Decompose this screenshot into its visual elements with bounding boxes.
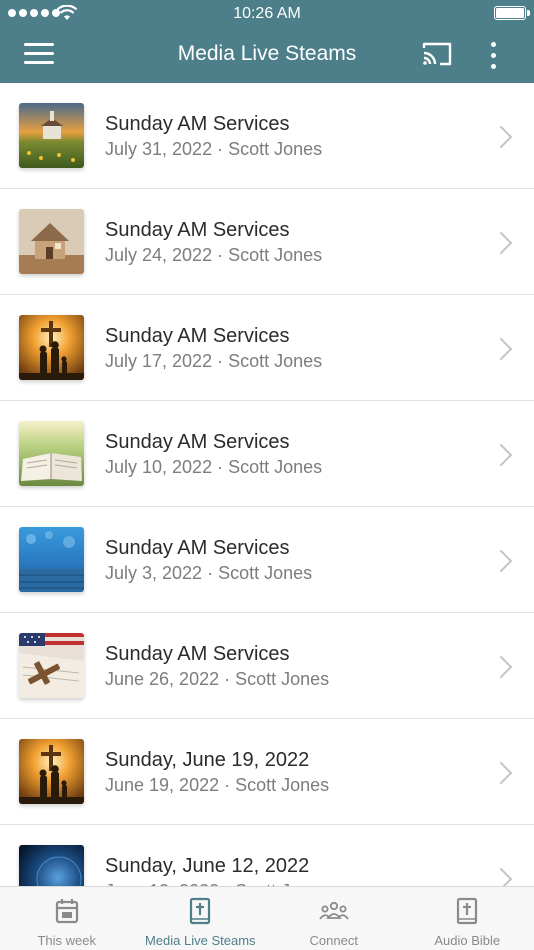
item-subtitle: June 26, 2022 · Scott Jones bbox=[105, 669, 330, 689]
thumbnail-image bbox=[19, 633, 84, 698]
chevron-right-icon bbox=[500, 868, 512, 886]
media-list: Sunday AM Services July 31, 2022 · Scott… bbox=[0, 83, 534, 886]
thumbnail-image bbox=[19, 103, 84, 168]
calendar-icon bbox=[55, 899, 78, 924]
church-meadow-image bbox=[19, 103, 84, 168]
item-subtitle: July 17, 2022 · Scott Jones bbox=[105, 351, 323, 371]
family-cross-sunset-image bbox=[19, 739, 84, 804]
item-subtitle: July 10, 2022 · Scott Jones bbox=[105, 457, 323, 477]
item-subtitle: July 3, 2022 · Scott Jones bbox=[105, 563, 313, 583]
chevron-right-icon bbox=[500, 656, 512, 678]
item-subtitle: July 24, 2022 · Scott Jones bbox=[105, 245, 323, 265]
list-item[interactable]: Sunday AM Services June 26, 2022 · Scott… bbox=[0, 613, 534, 719]
chevron-right-icon bbox=[500, 338, 512, 360]
blue-globe-image bbox=[19, 845, 84, 886]
bible-icon bbox=[457, 897, 478, 925]
item-title: Sunday, June 12, 2022 bbox=[105, 855, 310, 877]
item-title: Sunday AM Services bbox=[105, 431, 290, 453]
list-item[interactable]: Sunday, June 12, 2022 June 12, 2022 · Sc… bbox=[0, 825, 534, 886]
tab-label: Connect bbox=[309, 933, 358, 948]
list-item[interactable]: Sunday AM Services July 24, 2022 · Scott… bbox=[0, 189, 534, 295]
chevron-right-icon bbox=[500, 550, 512, 572]
flag-cross-bible-image bbox=[19, 633, 84, 698]
nav-bar: Media Live Steams bbox=[0, 26, 534, 83]
item-title: Sunday AM Services bbox=[105, 537, 290, 559]
item-title: Sunday AM Services bbox=[105, 219, 290, 241]
cast-icon[interactable] bbox=[420, 40, 454, 68]
item-subtitle: July 31, 2022 · Scott Jones bbox=[105, 139, 323, 159]
chevron-right-icon bbox=[500, 444, 512, 466]
tab-label: Media Live Steams bbox=[144, 933, 256, 948]
thumbnail-image bbox=[19, 315, 84, 380]
item-title: Sunday AM Services bbox=[105, 113, 290, 135]
list-item[interactable]: Sunday AM Services July 31, 2022 · Scott… bbox=[0, 83, 534, 189]
thumbnail-image bbox=[19, 421, 84, 486]
people-icon bbox=[319, 901, 349, 920]
list-item[interactable]: Sunday AM Services July 10, 2022 · Scott… bbox=[0, 401, 534, 507]
thumbnail-image bbox=[19, 527, 84, 592]
tab-this-week[interactable]: This week bbox=[0, 887, 134, 950]
tab-label: Audio Bible bbox=[434, 933, 501, 948]
chevron-right-icon bbox=[500, 762, 512, 784]
status-bar: 10:26 AM bbox=[0, 0, 534, 26]
list-item[interactable]: Sunday, June 19, 2022 June 19, 2022 · Sc… bbox=[0, 719, 534, 825]
open-bible-field-image bbox=[19, 421, 84, 486]
list-item[interactable]: Sunday AM Services July 17, 2022 · Scott… bbox=[0, 295, 534, 401]
blue-wood-bokeh-image bbox=[19, 527, 84, 592]
item-title: Sunday, June 19, 2022 bbox=[105, 749, 310, 771]
battery-icon bbox=[494, 6, 530, 20]
thumbnail-image bbox=[19, 209, 84, 274]
list-item[interactable]: Sunday AM Services July 3, 2022 · Scott … bbox=[0, 507, 534, 613]
item-subtitle: June 19, 2022 · Scott Jones bbox=[105, 775, 330, 795]
family-cross-sunset-image bbox=[19, 315, 84, 380]
item-title: Sunday AM Services bbox=[105, 643, 290, 665]
more-options-icon[interactable] bbox=[482, 38, 504, 70]
thumbnail-image bbox=[19, 739, 84, 804]
house-model-image bbox=[19, 209, 84, 274]
chevron-right-icon bbox=[500, 232, 512, 254]
bible-icon bbox=[190, 897, 211, 925]
app-header: 10:26 AM Media Live Steams bbox=[0, 0, 534, 83]
tab-connect[interactable]: Connect bbox=[267, 887, 401, 950]
tab-bar: This week Media Live Steams Connect Audio B… bbox=[0, 886, 534, 950]
tab-audio-bible[interactable]: Audio Bible bbox=[401, 887, 534, 950]
tab-label: This week bbox=[37, 933, 97, 948]
item-title: Sunday AM Services bbox=[105, 325, 290, 347]
tab-media-live-steams[interactable]: Media Live Steams bbox=[134, 887, 268, 950]
chevron-right-icon bbox=[500, 126, 512, 148]
status-time: 10:26 AM bbox=[233, 5, 301, 22]
thumbnail-image bbox=[19, 845, 84, 886]
